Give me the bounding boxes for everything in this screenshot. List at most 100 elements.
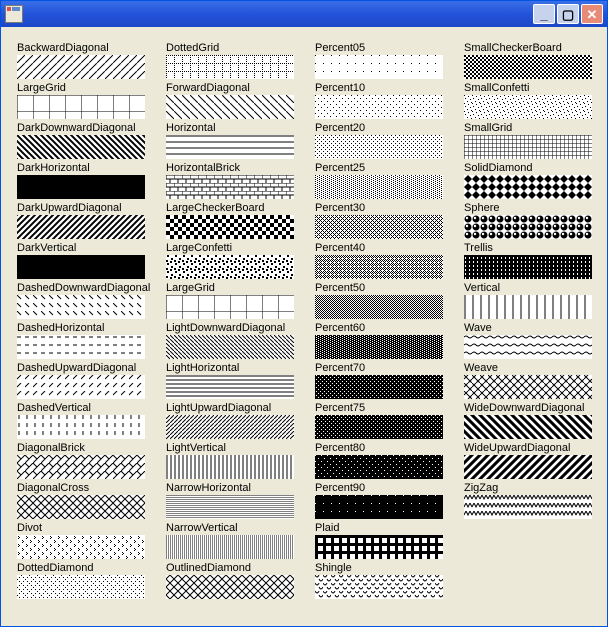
- hatch-swatch: [17, 255, 145, 279]
- hatch-item-Percent40: Percent40: [315, 241, 453, 279]
- hatch-item-DiagonalCross: DiagonalCross: [17, 481, 155, 519]
- hatch-label: Percent25: [315, 161, 453, 175]
- hatch-swatch: [464, 255, 592, 279]
- hatch-swatch: [464, 95, 592, 119]
- hatch-label: Percent90: [315, 481, 453, 495]
- hatch-swatch: [17, 295, 145, 319]
- hatch-label: SmallConfetti: [464, 81, 602, 95]
- hatch-label: ForwardDiagonal: [166, 81, 304, 95]
- hatch-label: SmallGrid: [464, 121, 602, 135]
- hatch-swatch: [17, 495, 145, 519]
- hatch-item-DarkDownwardDiagonal: DarkDownwardDiagonal: [17, 121, 155, 159]
- hatch-swatch: [166, 95, 294, 119]
- hatch-item-DashedDownwardDiagonal: DashedDownwardDiagonal: [17, 281, 155, 319]
- hatch-label: SolidDiamond: [464, 161, 602, 175]
- hatch-label: Percent20: [315, 121, 453, 135]
- hatch-item-Percent10: Percent10: [315, 81, 453, 119]
- hatch-swatch: [166, 215, 294, 239]
- hatch-item-Percent90: Percent90: [315, 481, 453, 519]
- hatch-label: DarkHorizontal: [17, 161, 155, 175]
- hatch-swatch: [17, 55, 145, 79]
- hatch-label: LightDownwardDiagonal: [166, 321, 304, 335]
- hatch-item-WideDownwardDiagonal: WideDownwardDiagonal: [464, 401, 602, 439]
- hatch-swatch: [17, 535, 145, 559]
- hatch-swatch: [166, 335, 294, 359]
- hatch-item-DashedVertical: DashedVertical: [17, 401, 155, 439]
- hatch-swatch: [17, 455, 145, 479]
- hatch-item-DarkUpwardDiagonal: DarkUpwardDiagonal: [17, 201, 155, 239]
- hatch-swatch: [315, 55, 443, 79]
- hatch-label: Weave: [464, 361, 602, 375]
- hatch-label: Shingle: [315, 561, 453, 575]
- hatch-label: Sphere: [464, 201, 602, 215]
- hatch-item-BackwardDiagonal: BackwardDiagonal: [17, 41, 155, 79]
- hatch-swatch: [464, 55, 592, 79]
- hatch-item-Horizontal: Horizontal: [166, 121, 304, 159]
- hatch-item-LargeGrid: LargeGrid: [166, 281, 304, 319]
- hatch-swatch: [315, 95, 443, 119]
- close-button[interactable]: ✕: [581, 4, 603, 24]
- hatch-swatch: [464, 495, 592, 519]
- hatch-label: LargeCheckerBoard: [166, 201, 304, 215]
- hatch-swatch: [166, 175, 294, 199]
- hatch-label: Wave: [464, 321, 602, 335]
- hatch-label: DashedDownwardDiagonal: [17, 281, 155, 295]
- hatch-item-SmallCheckerBoard: SmallCheckerBoard: [464, 41, 602, 79]
- hatch-label: Vertical: [464, 281, 602, 295]
- hatch-swatch: [315, 335, 443, 359]
- hatch-label: SmallCheckerBoard: [464, 41, 602, 55]
- hatch-label: OutlinedDiamond: [166, 561, 304, 575]
- hatch-swatch: [17, 375, 145, 399]
- hatch-swatch: [315, 575, 443, 599]
- hatch-label: NarrowVertical: [166, 521, 304, 535]
- hatch-label: WideUpwardDiagonal: [464, 441, 602, 455]
- hatch-swatch: [166, 55, 294, 79]
- hatch-swatch: [464, 295, 592, 319]
- hatch-item-LightDownwardDiagonal: LightDownwardDiagonal: [166, 321, 304, 359]
- hatch-swatch: [166, 135, 294, 159]
- hatch-label: LightHorizontal: [166, 361, 304, 375]
- hatch-item-Percent25: Percent25: [315, 161, 453, 199]
- hatch-label: Horizontal: [166, 121, 304, 135]
- app-icon: [5, 5, 23, 23]
- hatch-label: Percent05: [315, 41, 453, 55]
- hatch-item-Trellis: Trellis: [464, 241, 602, 279]
- hatch-swatch: [464, 375, 592, 399]
- hatch-label: DarkVertical: [17, 241, 155, 255]
- hatch-label: LargeGrid: [17, 81, 155, 95]
- hatch-item-Percent20: Percent20: [315, 121, 453, 159]
- hatch-swatch: [464, 455, 592, 479]
- hatch-item-Percent05: Percent05: [315, 41, 453, 79]
- hatch-swatch: [464, 135, 592, 159]
- hatch-item-Percent75: Percent75: [315, 401, 453, 439]
- hatch-item-Percent70: Percent70: [315, 361, 453, 399]
- hatch-item-LargeConfetti: LargeConfetti: [166, 241, 304, 279]
- hatch-item-SolidDiamond: SolidDiamond: [464, 161, 602, 199]
- app-window: _ ▢ ✕ BackwardDiagonal LargeGrid DarkDownw…: [0, 0, 608, 627]
- hatch-item-DashedHorizontal: DashedHorizontal: [17, 321, 155, 359]
- hatch-swatch: [17, 575, 145, 599]
- hatch-item-LightVertical: LightVertical: [166, 441, 304, 479]
- hatch-swatch: [17, 175, 145, 199]
- minimize-button[interactable]: _: [533, 4, 555, 24]
- hatch-item-Shingle: Shingle: [315, 561, 453, 599]
- hatch-label: DottedDiamond: [17, 561, 155, 575]
- hatch-swatch: [464, 175, 592, 199]
- maximize-button[interactable]: ▢: [557, 4, 579, 24]
- hatch-label: Percent80: [315, 441, 453, 455]
- hatch-item-ZigZag: ZigZag: [464, 481, 602, 519]
- hatch-item-LightHorizontal: LightHorizontal: [166, 361, 304, 399]
- hatch-item-LightUpwardDiagonal: LightUpwardDiagonal: [166, 401, 304, 439]
- hatch-swatch: [166, 375, 294, 399]
- hatch-swatch: [17, 215, 145, 239]
- hatch-label: Plaid: [315, 521, 453, 535]
- hatch-swatch: [315, 495, 443, 519]
- hatch-swatch: [315, 215, 443, 239]
- hatch-item-DiagonalBrick: DiagonalBrick: [17, 441, 155, 479]
- hatch-swatch: [166, 295, 294, 319]
- hatch-label: WideDownwardDiagonal: [464, 401, 602, 415]
- hatch-item-WideUpwardDiagonal: WideUpwardDiagonal: [464, 441, 602, 479]
- hatch-label: Percent50: [315, 281, 453, 295]
- hatch-item-Percent60: Percent60: [315, 321, 453, 359]
- hatch-label: Percent10: [315, 81, 453, 95]
